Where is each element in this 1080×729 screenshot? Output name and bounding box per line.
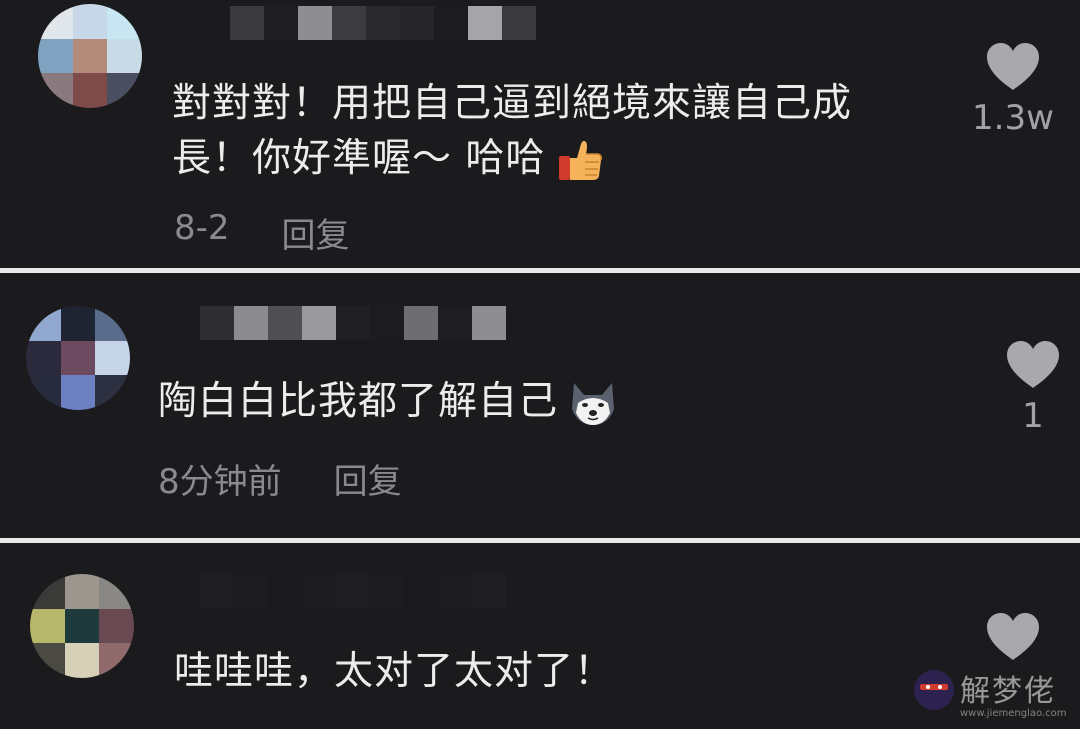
mosaic-tile xyxy=(200,574,234,608)
mosaic-tile xyxy=(438,574,472,608)
like-button[interactable]: 1 xyxy=(978,340,1080,436)
avatar[interactable] xyxy=(38,4,142,108)
comment-time: 8分钟前 xyxy=(158,462,282,502)
comment-item: 對對對！用把自己逼到絕境來讓自己成 長！你好準喔～ 哈哈 8-2 回复 1.3w xyxy=(0,0,1080,268)
mosaic-tile xyxy=(472,306,506,340)
mosaic-tile xyxy=(107,4,142,39)
heart-icon[interactable] xyxy=(1005,340,1061,390)
mosaic-tile xyxy=(99,643,134,678)
mosaic-tile xyxy=(336,574,370,608)
watermark-url: www.jiemenglao.com xyxy=(960,708,1067,719)
mosaic-tile xyxy=(200,306,234,340)
mosaic-tile xyxy=(302,306,336,340)
mosaic-tile xyxy=(438,306,472,340)
mosaic-tile xyxy=(230,6,264,40)
mosaic-tile xyxy=(302,574,336,608)
mosaic-tile xyxy=(95,340,130,376)
mosaic-tile xyxy=(30,574,65,609)
mosaic-tile xyxy=(366,6,400,40)
husky-face-emoji xyxy=(572,382,615,425)
mosaic-tile xyxy=(400,6,434,40)
like-button[interactable] xyxy=(958,612,1068,662)
like-button[interactable]: 1.3w xyxy=(958,42,1068,138)
reply-button[interactable]: 回复 xyxy=(282,208,350,257)
mosaic-tile xyxy=(95,306,130,341)
mosaic-tile xyxy=(99,608,134,644)
watermark-logo-icon xyxy=(914,670,954,710)
heart-icon[interactable] xyxy=(985,42,1041,92)
username-pixelated[interactable] xyxy=(200,306,506,340)
mosaic-tile xyxy=(60,340,96,376)
thumbs-up-emoji xyxy=(559,140,603,180)
mosaic-tile xyxy=(268,306,302,340)
mosaic-tile xyxy=(26,340,61,376)
mosaic-tile xyxy=(107,38,142,74)
comment-item: 陶白白比我都了解自己 8分钟前 回复 1 xyxy=(0,274,1080,538)
mosaic-tile xyxy=(64,574,100,609)
mosaic-tile xyxy=(26,375,61,410)
comment-text: 對對對！用把自己逼到絕境來讓自己成 長！你好準喔～ 哈哈 xyxy=(172,76,932,186)
mosaic-tile xyxy=(30,643,65,678)
mosaic-tile xyxy=(404,306,438,340)
mosaic-tile xyxy=(502,6,536,40)
avatar[interactable] xyxy=(30,574,134,678)
mosaic-tile xyxy=(370,306,404,340)
mosaic-tile xyxy=(30,608,65,644)
mosaic-tile xyxy=(60,375,96,410)
comment-text: 哇哇哇，太对了太对了！ xyxy=(174,649,615,694)
mosaic-tile xyxy=(298,6,332,40)
mosaic-tile xyxy=(468,6,502,40)
mosaic-tile xyxy=(404,574,438,608)
watermark: 解梦佬 www.jiemenglao.com xyxy=(912,664,1080,729)
mosaic-tile xyxy=(234,306,268,340)
divider xyxy=(0,538,1080,543)
comment-time: 8-2 xyxy=(174,208,230,248)
mosaic-tile xyxy=(336,306,370,340)
mosaic-tile xyxy=(95,375,130,410)
divider xyxy=(0,268,1080,273)
mosaic-tile xyxy=(26,306,61,341)
mosaic-tile xyxy=(264,6,298,40)
mosaic-tile xyxy=(60,306,96,341)
comment-text: 陶白白比我都了解自己 xyxy=(158,374,918,429)
mosaic-tile xyxy=(72,73,108,108)
reply-button[interactable]: 回复 xyxy=(334,454,402,503)
avatar[interactable] xyxy=(26,306,130,410)
mosaic-tile xyxy=(72,38,108,74)
mosaic-tile xyxy=(268,574,302,608)
mosaic-tile xyxy=(332,6,366,40)
mosaic-tile xyxy=(72,4,108,39)
mosaic-tile xyxy=(64,608,100,644)
mosaic-tile xyxy=(99,574,134,609)
heart-icon[interactable] xyxy=(985,612,1041,662)
mosaic-tile xyxy=(472,574,506,608)
watermark-text: 解梦佬 xyxy=(960,674,1056,709)
mosaic-tile xyxy=(434,6,468,40)
mosaic-tile xyxy=(64,643,100,678)
mosaic-tile xyxy=(107,73,142,108)
like-count: 1.3w xyxy=(972,98,1054,138)
mosaic-tile xyxy=(38,4,73,39)
like-count: 1 xyxy=(1022,396,1044,436)
comment-meta: 8分钟前 回复 xyxy=(158,454,402,503)
mosaic-tile xyxy=(234,574,268,608)
comment-meta: 8-2 回复 xyxy=(174,208,350,257)
mosaic-tile xyxy=(38,73,73,108)
username-pixelated[interactable] xyxy=(200,574,506,608)
username-pixelated[interactable] xyxy=(230,6,536,40)
mosaic-tile xyxy=(370,574,404,608)
mosaic-tile xyxy=(38,38,73,74)
